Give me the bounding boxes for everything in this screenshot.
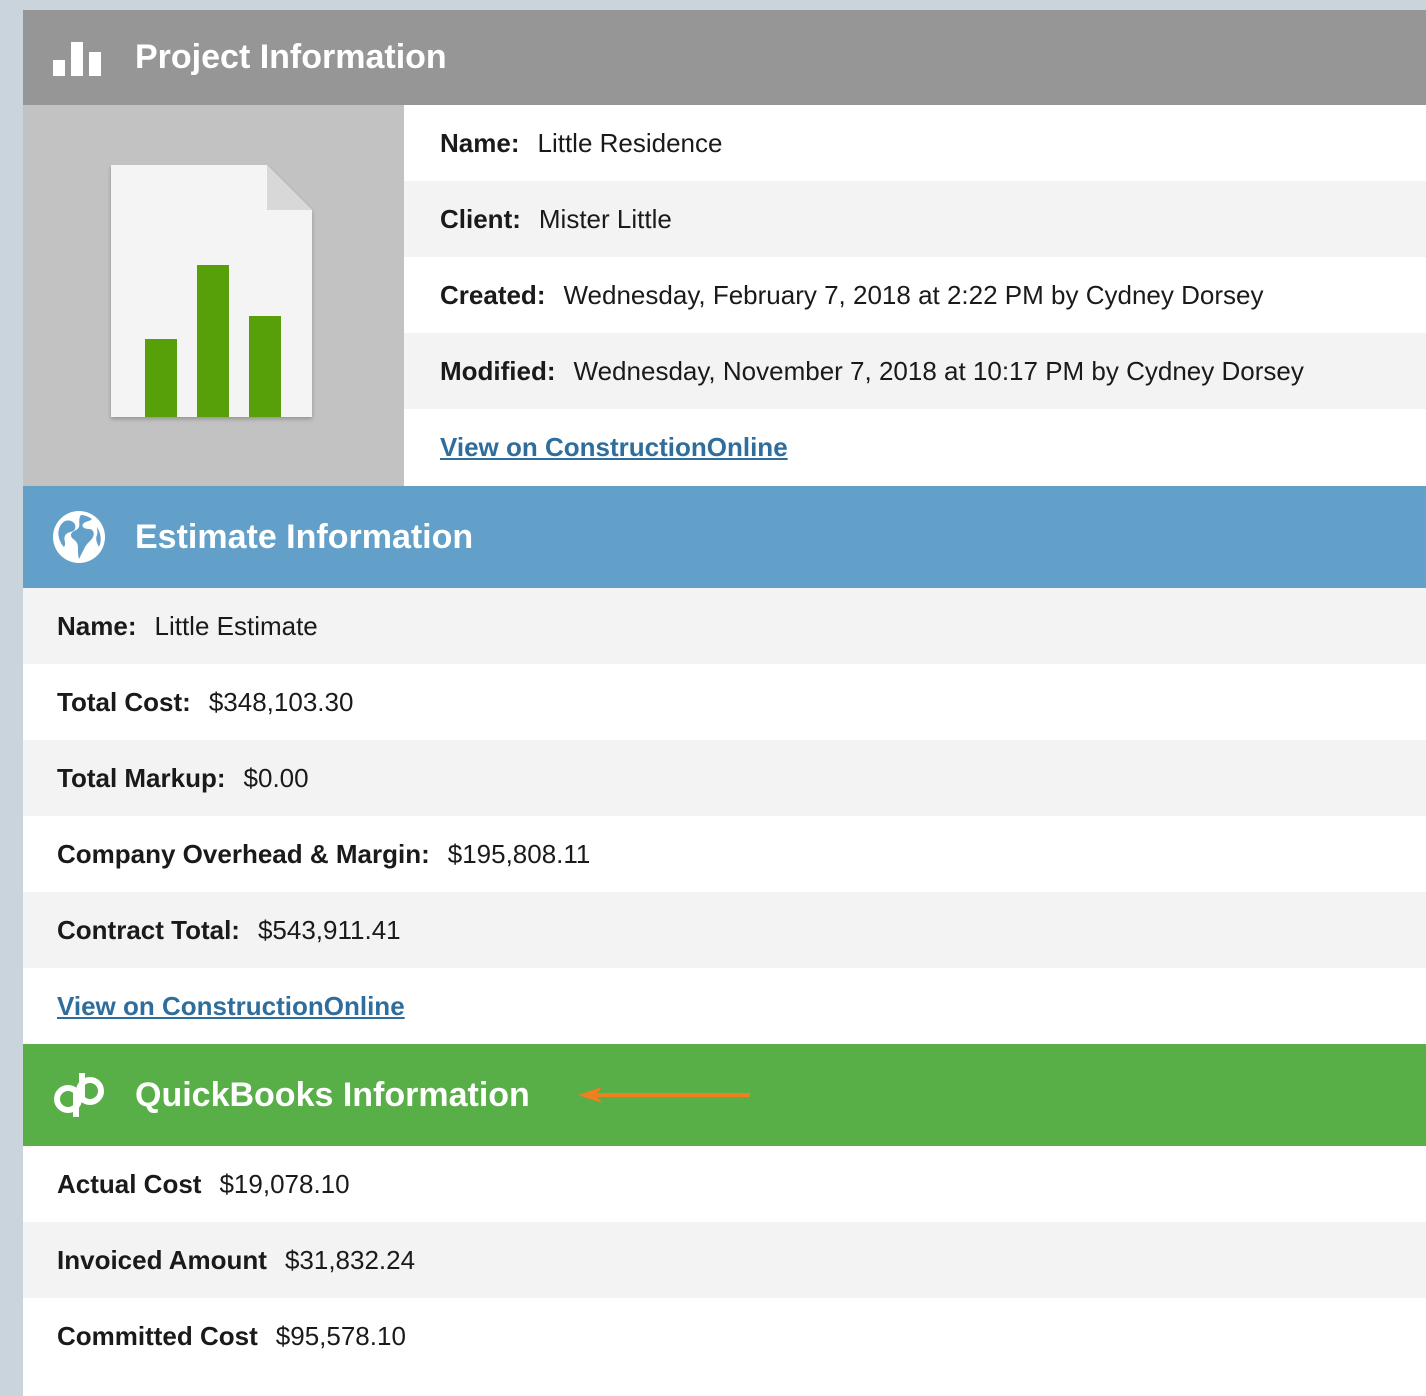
project-info-rows: Name: Little Residence Client: Mister Li… bbox=[404, 105, 1426, 486]
estimate-contract-total-value: $543,911.41 bbox=[257, 914, 401, 945]
estimate-contract-total-label: Contract Total: bbox=[57, 914, 240, 945]
quickbooks-invoiced-amount-value: $31,832.24 bbox=[284, 1244, 416, 1275]
quickbooks-invoiced-amount-label: Invoiced Amount bbox=[57, 1244, 267, 1275]
project-link-row: View on ConstructionOnline bbox=[404, 409, 1426, 485]
estimate-total-cost-row: Total Cost: $348,103.30 bbox=[23, 664, 1426, 740]
estimate-info-rows: Name: Little Estimate Total Cost: $348,1… bbox=[23, 588, 1426, 1044]
estimate-information-header: Estimate Information bbox=[23, 486, 1426, 588]
quickbooks-actual-cost-value: $19,078.10 bbox=[219, 1168, 350, 1199]
project-information-title: Project Information bbox=[135, 38, 447, 76]
quickbooks-actual-cost-label: Actual Cost bbox=[57, 1168, 202, 1199]
estimate-overhead-margin-value: $195,808.11 bbox=[447, 838, 591, 869]
bar-chart-icon bbox=[51, 30, 107, 86]
project-view-link[interactable]: View on ConstructionOnline bbox=[440, 432, 788, 463]
project-created-row: Created: Wednesday, February 7, 2018 at … bbox=[404, 257, 1426, 333]
quickbooks-committed-cost-row: Committed Cost $95,578.10 bbox=[23, 1298, 1426, 1374]
quickbooks-committed-cost-value: $95,578.10 bbox=[275, 1320, 406, 1351]
estimate-information-title: Estimate Information bbox=[135, 517, 474, 556]
estimate-total-cost-label: Total Cost: bbox=[57, 686, 191, 717]
estimate-name-row: Name: Little Estimate bbox=[23, 588, 1426, 664]
project-details: Name: Little Residence Client: Mister Li… bbox=[23, 105, 1426, 486]
project-thumbnail bbox=[23, 105, 404, 486]
project-name-value: Little Residence bbox=[537, 127, 723, 158]
project-client-label: Client: bbox=[440, 203, 521, 234]
project-created-value: Wednesday, February 7, 2018 at 2:22 PM b… bbox=[563, 279, 1264, 310]
project-created-label: Created: bbox=[440, 279, 546, 310]
project-modified-value: Wednesday, November 7, 2018 at 10:17 PM … bbox=[573, 355, 1304, 386]
quickbooks-info-rows: Actual Cost $19,078.10 Invoiced Amount $… bbox=[23, 1146, 1426, 1374]
quickbooks-information-header: QuickBooks Information bbox=[23, 1044, 1426, 1146]
project-information-header: Project Information bbox=[23, 10, 1426, 105]
estimate-total-markup-label: Total Markup: bbox=[57, 762, 226, 793]
quickbooks-information-title: QuickBooks Information bbox=[135, 1075, 530, 1114]
project-client-row: Client: Mister Little bbox=[404, 181, 1426, 257]
estimate-name-label: Name: bbox=[57, 610, 137, 641]
project-panel: Project Information Name: Little Residen… bbox=[23, 10, 1426, 1396]
quickbooks-logo-icon bbox=[51, 1067, 107, 1123]
estimate-total-markup-value: $0.00 bbox=[243, 762, 309, 793]
quickbooks-invoiced-amount-row: Invoiced Amount $31,832.24 bbox=[23, 1222, 1426, 1298]
estimate-contract-total-row: Contract Total: $543,911.41 bbox=[23, 892, 1426, 968]
estimate-total-markup-row: Total Markup: $0.00 bbox=[23, 740, 1426, 816]
chart-document-icon bbox=[111, 165, 312, 417]
estimate-link-row: View on ConstructionOnline bbox=[23, 968, 1426, 1044]
project-name-row: Name: Little Residence bbox=[404, 105, 1426, 181]
estimate-name-value: Little Estimate bbox=[154, 610, 318, 641]
estimate-total-cost-value: $348,103.30 bbox=[208, 686, 354, 717]
quickbooks-actual-cost-row: Actual Cost $19,078.10 bbox=[23, 1146, 1426, 1222]
estimate-overhead-margin-label: Company Overhead & Margin: bbox=[57, 838, 430, 869]
project-modified-label: Modified: bbox=[440, 355, 556, 386]
project-client-value: Mister Little bbox=[538, 203, 672, 234]
project-name-label: Name: bbox=[440, 127, 520, 158]
quickbooks-committed-cost-label: Committed Cost bbox=[57, 1320, 258, 1351]
arrow-left-icon bbox=[576, 1085, 752, 1105]
estimate-view-link[interactable]: View on ConstructionOnline bbox=[57, 991, 405, 1022]
estimate-overhead-margin-row: Company Overhead & Margin: $195,808.11 bbox=[23, 816, 1426, 892]
globe-icon bbox=[51, 509, 107, 565]
project-modified-row: Modified: Wednesday, November 7, 2018 at… bbox=[404, 333, 1426, 409]
